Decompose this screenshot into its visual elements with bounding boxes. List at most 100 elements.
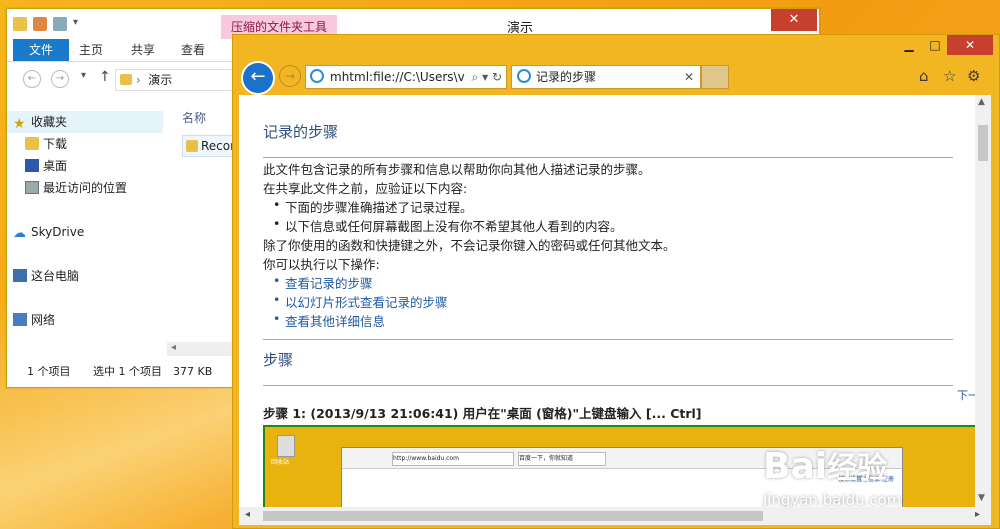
scroll-up-icon[interactable]: ▲ xyxy=(978,97,985,107)
maximize-button[interactable]: □ xyxy=(923,35,947,55)
divider xyxy=(263,339,953,340)
chevron-down-icon[interactable]: ▾ xyxy=(81,70,86,81)
close-button[interactable]: ✕ xyxy=(771,9,817,31)
folder-icon[interactable] xyxy=(13,17,27,31)
nav-item-this-pc[interactable]: 这台电脑 xyxy=(7,265,163,287)
screenshot-address: http://www.baidu.com xyxy=(392,452,514,466)
vertical-scrollbar[interactable]: ▲ ▼ xyxy=(975,95,991,507)
cloud-icon: ☁ xyxy=(13,226,26,241)
nav-item-desktop[interactable]: 桌面 xyxy=(19,155,175,177)
gear-icon[interactable]: ⚙ xyxy=(967,67,980,85)
scroll-thumb[interactable] xyxy=(978,125,988,161)
privacy-text: 除了你使用的函数和快捷键之外，不会记录你键入的密码或任何其他文本。 xyxy=(263,238,676,253)
ie-close-button[interactable]: ✕ xyxy=(947,35,993,55)
tab-recorded-steps[interactable]: 记录的步骤 ✕ xyxy=(511,65,701,89)
list-item: 下面的步骤准确描述了记录过程。 xyxy=(273,197,472,216)
actions-text: 你可以执行以下操作: xyxy=(263,257,380,272)
tab-title: 记录的步骤 xyxy=(536,70,597,84)
properties-icon[interactable] xyxy=(33,17,47,31)
explorer-address-bar[interactable]: › 演示 xyxy=(115,69,241,91)
close-icon: ✕ xyxy=(964,38,976,52)
selected-size: 377 KB xyxy=(173,365,213,378)
watermark-url: jingyan.baidu.com xyxy=(763,491,902,507)
minimize-button[interactable]: ▁ xyxy=(897,35,921,55)
nav-item-network[interactable]: 网络 xyxy=(7,309,163,331)
tab-share[interactable]: 共享 xyxy=(131,39,155,61)
nav-item-label: SkyDrive xyxy=(31,225,85,239)
forward-arrow-icon[interactable]: → xyxy=(51,70,69,88)
back-arrow-icon[interactable]: ← xyxy=(23,70,41,88)
up-arrow-icon[interactable]: ↑ xyxy=(99,69,111,85)
tab-close-icon[interactable]: ✕ xyxy=(684,66,694,88)
file-name: Recor xyxy=(201,139,236,153)
baidu-logo: Bai经验 xyxy=(763,443,887,487)
nav-item-label: 下载 xyxy=(43,137,68,151)
search-icon[interactable]: ⌕ xyxy=(472,70,479,84)
scroll-left-icon[interactable]: ◂ xyxy=(171,342,176,353)
ie-page-icon xyxy=(517,69,531,83)
recent-places-icon xyxy=(25,181,39,194)
chevron-down-icon[interactable]: ▾ xyxy=(482,70,488,84)
nav-item-label: 网络 xyxy=(31,313,56,327)
page-content: 记录的步骤 此文件包含记录的所有步骤和信息以帮助你向其他人描述记录的步骤。 在共… xyxy=(239,95,991,507)
maximize-icon: □ xyxy=(929,38,941,52)
tab-file[interactable]: 文件 xyxy=(13,39,69,61)
address-tools: ⌕ ▾ ↻ xyxy=(472,66,502,88)
back-button[interactable]: ← xyxy=(241,61,275,95)
ie-window: ▁ □ ✕ ← → mhtml:file://C:\Users\v ⌕ ▾ ↻ … xyxy=(232,34,1000,529)
folder-icon xyxy=(120,74,132,85)
chevron-right-icon: › xyxy=(135,73,145,87)
scroll-right-icon[interactable]: ▸ xyxy=(975,509,980,520)
nav-item-label: 桌面 xyxy=(43,159,68,173)
step-screenshot: 回收站 http://www.baidu.com 百度一下，你就知道 搜索设置 … xyxy=(263,425,979,507)
ie-toolbar: ← → mhtml:file://C:\Users\v ⌕ ▾ ↻ 记录的步骤 … xyxy=(233,59,999,95)
computer-icon xyxy=(13,269,27,282)
divider xyxy=(263,157,953,158)
scroll-left-icon[interactable]: ◂ xyxy=(245,509,250,520)
ie-address-bar[interactable]: mhtml:file://C:\Users\v ⌕ ▾ ↻ xyxy=(305,65,507,89)
quick-access-toolbar: ▾ xyxy=(13,17,87,31)
intro-text: 此文件包含记录的所有步骤和信息以帮助你向其他人描述记录的步骤。 xyxy=(263,162,651,177)
link-details[interactable]: 查看其他详细信息 xyxy=(273,311,385,330)
step-title: 步骤 1: (2013/9/13 21:06:41) 用户在"桌面 (窗格)"上… xyxy=(263,406,702,421)
download-folder-icon xyxy=(25,137,39,150)
forward-button[interactable]: → xyxy=(279,65,301,87)
new-tab-button[interactable] xyxy=(701,65,729,89)
nav-item-label: 这台电脑 xyxy=(31,269,80,283)
horizontal-scrollbar[interactable]: ◂ ▸ xyxy=(239,507,991,525)
path-segment[interactable]: 演示 xyxy=(148,73,172,87)
address-text[interactable]: mhtml:file://C:\Users\v xyxy=(330,66,465,88)
nav-item-recent[interactable]: 最近访问的位置 xyxy=(19,177,175,199)
home-icon[interactable]: ⌂ xyxy=(919,67,929,85)
new-folder-icon[interactable] xyxy=(53,17,67,31)
divider xyxy=(263,385,953,386)
link-slideshow[interactable]: 以幻灯片形式查看记录的步骤 xyxy=(273,292,447,311)
item-count: 1 个项目 xyxy=(27,365,71,378)
scroll-thumb[interactable] xyxy=(263,511,763,521)
nav-item-favorites[interactable]: ★ 收藏夹 xyxy=(7,111,163,133)
desktop-icon xyxy=(25,159,39,172)
favorites-star-icon[interactable]: ☆ xyxy=(943,67,956,85)
scroll-down-icon[interactable]: ▼ xyxy=(978,493,985,503)
selected-count: 选中 1 个项目 xyxy=(93,365,162,378)
tab-home[interactable]: 主页 xyxy=(79,39,103,61)
nav-item-skydrive[interactable]: ☁ SkyDrive xyxy=(7,221,163,243)
column-header-name[interactable]: 名称 xyxy=(182,109,206,126)
link-view-steps[interactable]: 查看记录的步骤 xyxy=(273,273,372,292)
refresh-icon[interactable]: ↻ xyxy=(492,70,502,84)
minimize-icon: ▁ xyxy=(904,38,914,52)
baidu-watermark: Bai经验 jingyan.baidu.com xyxy=(745,427,977,507)
verify-text: 在共享此文件之前，应验证以下内容: xyxy=(263,181,468,196)
tab-view[interactable]: 查看 xyxy=(181,39,205,61)
back-arrow-icon: ← xyxy=(250,66,266,87)
close-icon: ✕ xyxy=(788,12,800,27)
chevron-down-icon[interactable]: ▾ xyxy=(73,17,87,31)
navigation-pane: ★ 收藏夹 下载 桌面 最近访问的位置 ☁ SkyDrive 这台电脑 网络 xyxy=(7,99,163,344)
watermark-logo-cn: 经验 xyxy=(827,451,888,486)
nav-item-downloads[interactable]: 下载 xyxy=(19,133,175,155)
watermark-logo-text: Bai xyxy=(763,446,828,487)
list-item: 以下信息或任何屏幕截图上没有你不希望其他人看到的内容。 xyxy=(273,216,622,235)
network-icon xyxy=(13,313,27,326)
nav-item-label: 最近访问的位置 xyxy=(43,181,128,195)
page-heading: 记录的步骤 xyxy=(263,123,339,141)
